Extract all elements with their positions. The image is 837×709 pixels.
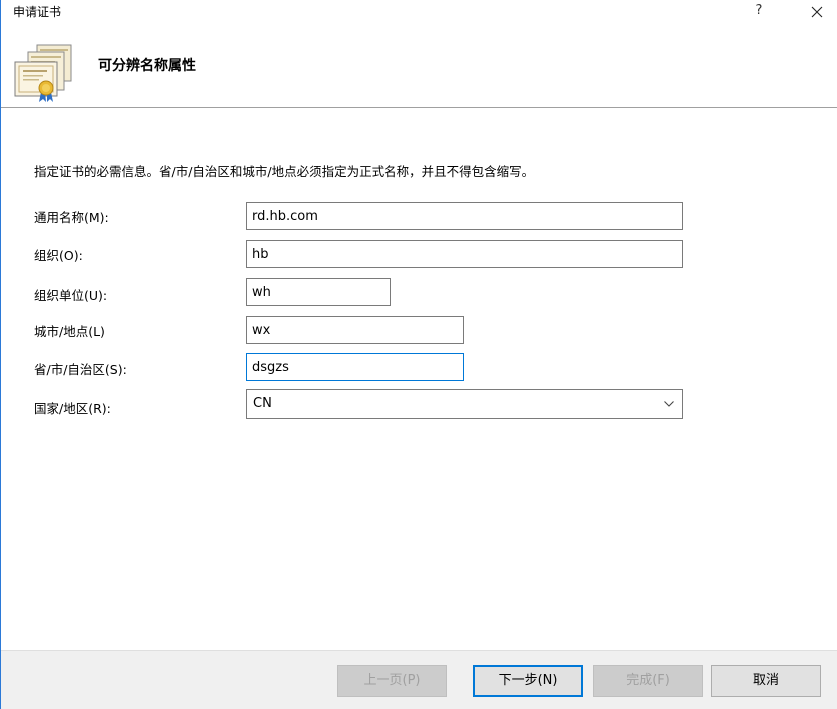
country-select[interactable]: CN	[246, 389, 683, 419]
help-button[interactable]: ?	[741, 0, 777, 24]
common-name-label: 通用名称(M):	[34, 210, 109, 225]
common-name-input[interactable]	[246, 202, 683, 230]
state-input[interactable]	[246, 353, 464, 381]
org-unit-input[interactable]	[246, 278, 391, 306]
close-button[interactable]	[797, 0, 837, 24]
previous-button[interactable]: 上一页(P)	[337, 665, 447, 697]
instruction-text: 指定证书的必需信息。省/市/自治区和城市/地点必须指定为正式名称，并且不得包含缩…	[34, 164, 535, 179]
state-label: 省/市/自治区(S):	[34, 362, 127, 377]
country-label: 国家/地区(R):	[34, 401, 111, 416]
certificate-stack-icon	[14, 44, 72, 102]
country-select-value: CN	[253, 396, 272, 411]
chevron-down-icon	[664, 401, 674, 407]
organization-label: 组织(O):	[34, 248, 83, 263]
next-button[interactable]: 下一步(N)	[473, 665, 583, 697]
button-bar: 上一页(P) 下一步(N) 完成(F) 取消	[1, 650, 837, 709]
org-unit-label: 组织单位(U):	[34, 288, 108, 303]
organization-input[interactable]	[246, 240, 683, 268]
city-input[interactable]	[246, 316, 464, 344]
page-title: 可分辨名称属性	[98, 58, 196, 74]
window-title: 申请证书	[13, 5, 62, 19]
dialog-window: 申请证书 ? 可分辨名称属性 指定证书的必需信息。省/市/自治区和城市/地点必须…	[0, 0, 837, 709]
title-bar: 申请证书 ?	[1, 0, 837, 24]
city-label: 城市/地点(L)	[34, 324, 105, 339]
cancel-button[interactable]: 取消	[711, 665, 821, 697]
wizard-header: 可分辨名称属性	[1, 24, 837, 108]
finish-button[interactable]: 完成(F)	[593, 665, 703, 697]
close-icon	[811, 6, 823, 18]
